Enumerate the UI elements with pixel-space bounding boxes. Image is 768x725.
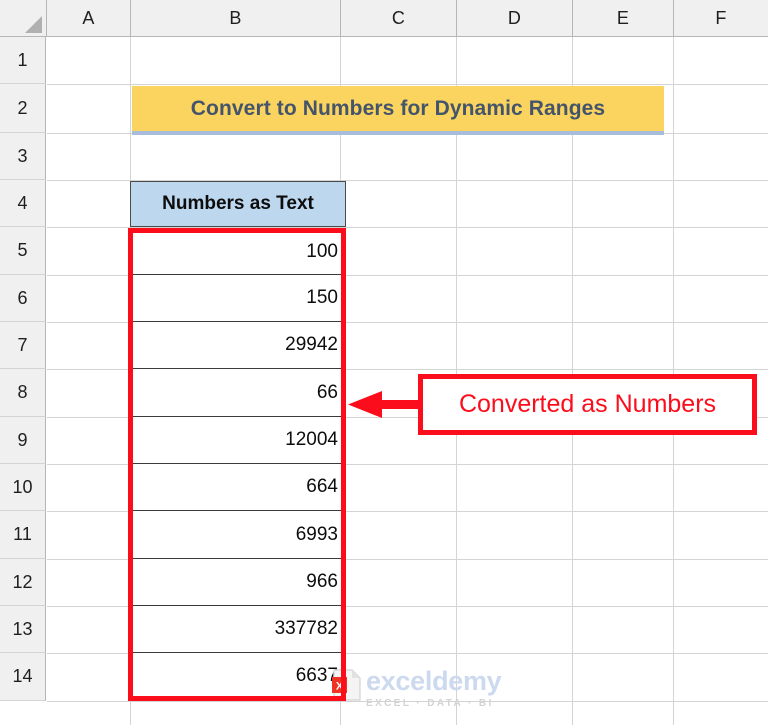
row-header-5[interactable]: 5 [0, 227, 46, 275]
row-header-1[interactable]: 1 [0, 37, 46, 84]
table-cell[interactable]: 337782 [133, 606, 343, 653]
column-header-f[interactable]: F [674, 0, 768, 36]
exceldemy-logo-icon: X [332, 668, 362, 702]
table-cell[interactable]: 6637 [133, 653, 343, 699]
watermark-tagline: EXCEL · DATA · BI [366, 698, 494, 709]
select-all-triangle-icon [25, 16, 42, 33]
column-header-a[interactable]: A [47, 0, 131, 36]
table-cell[interactable]: 664 [133, 464, 343, 511]
row-header-label: 13 [12, 618, 33, 639]
watermark: X exceldemy EXCEL · DATA · BI [332, 666, 502, 709]
row-header-14[interactable]: 14 [0, 653, 46, 701]
table-column-header-label: Numbers as Text [162, 193, 314, 214]
row-header-label: 2 [17, 97, 28, 118]
title-underline [132, 131, 664, 135]
table-cell[interactable]: 150 [133, 275, 343, 322]
table-cell-value: 966 [306, 571, 338, 592]
grid-line-vertical [130, 37, 131, 725]
row-header-label: 9 [17, 429, 28, 450]
table-cell-value: 12004 [285, 429, 338, 450]
row-header-2[interactable]: 2 [0, 84, 46, 133]
row-header-label: 5 [17, 240, 28, 260]
table-cell[interactable]: 6993 [133, 511, 343, 559]
callout-label: Converted as Numbers [458, 390, 717, 418]
column-header-label: A [82, 7, 95, 28]
column-header-d[interactable]: D [457, 0, 573, 36]
row-header-3[interactable]: 3 [0, 133, 46, 180]
row-header-4[interactable]: 4 [0, 180, 46, 227]
row-header-label: 12 [12, 571, 33, 592]
row-header-label: 7 [17, 334, 28, 355]
table-cell-value: 29942 [285, 334, 338, 355]
column-header-b[interactable]: B [131, 0, 341, 36]
table-cell[interactable]: 966 [133, 559, 343, 606]
grid-line-horizontal [47, 227, 768, 228]
row-header-label: 8 [17, 382, 28, 402]
table-cell-value: 66 [316, 381, 338, 403]
table-cell[interactable]: 12004 [133, 417, 343, 464]
left-arrow-icon [348, 391, 424, 418]
column-header-e[interactable]: E [573, 0, 674, 36]
watermark-name: exceldemy [366, 666, 502, 696]
table-cell-value: 100 [306, 240, 338, 262]
column-header-label: D [507, 7, 522, 28]
svg-text:X: X [336, 681, 344, 693]
row-header-10[interactable]: 10 [0, 464, 46, 511]
table-cell-value: 337782 [274, 618, 338, 639]
callout-box: Converted as Numbers [418, 374, 757, 435]
row-header-11[interactable]: 11 [0, 511, 46, 559]
page-title: Convert to Numbers for Dynamic Ranges [190, 96, 606, 120]
table-cell-value: 150 [306, 287, 338, 308]
column-header-c[interactable]: C [341, 0, 457, 36]
grid-line-horizontal [47, 84, 768, 85]
row-header-label: 6 [17, 287, 28, 308]
select-all-corner-button[interactable] [0, 0, 47, 36]
row-header-label: 11 [13, 524, 32, 544]
row-header-7[interactable]: 7 [0, 322, 46, 369]
row-header-label: 3 [17, 145, 28, 166]
row-header-9[interactable]: 9 [0, 417, 46, 464]
row-header-6[interactable]: 6 [0, 275, 46, 322]
column-header-label: E [616, 7, 630, 28]
table-cell-value: 664 [306, 476, 338, 497]
table-cell-value: 6993 [295, 523, 338, 545]
table-cell[interactable]: 29942 [133, 322, 343, 369]
row-header-8[interactable]: 8 [0, 369, 46, 417]
spreadsheet-canvas: Convert to Numbers for Dynamic Ranges Nu… [0, 0, 768, 725]
table-column-header: Numbers as Text [130, 181, 346, 227]
title-banner: Convert to Numbers for Dynamic Ranges [132, 86, 664, 131]
table-cell[interactable]: 100 [133, 229, 343, 275]
column-header-label: F [715, 7, 727, 28]
table-cell[interactable]: 66 [133, 369, 343, 417]
row-header-label: 4 [17, 192, 28, 213]
column-header-label: B [229, 7, 242, 28]
row-header-label: 1 [17, 49, 28, 70]
column-header-strip: A B C D E F [0, 0, 768, 37]
row-header-label: 10 [12, 476, 33, 497]
row-header-13[interactable]: 13 [0, 606, 46, 653]
column-header-label: C [391, 7, 406, 28]
row-header-12[interactable]: 12 [0, 559, 46, 606]
row-header-label: 14 [12, 666, 33, 686]
